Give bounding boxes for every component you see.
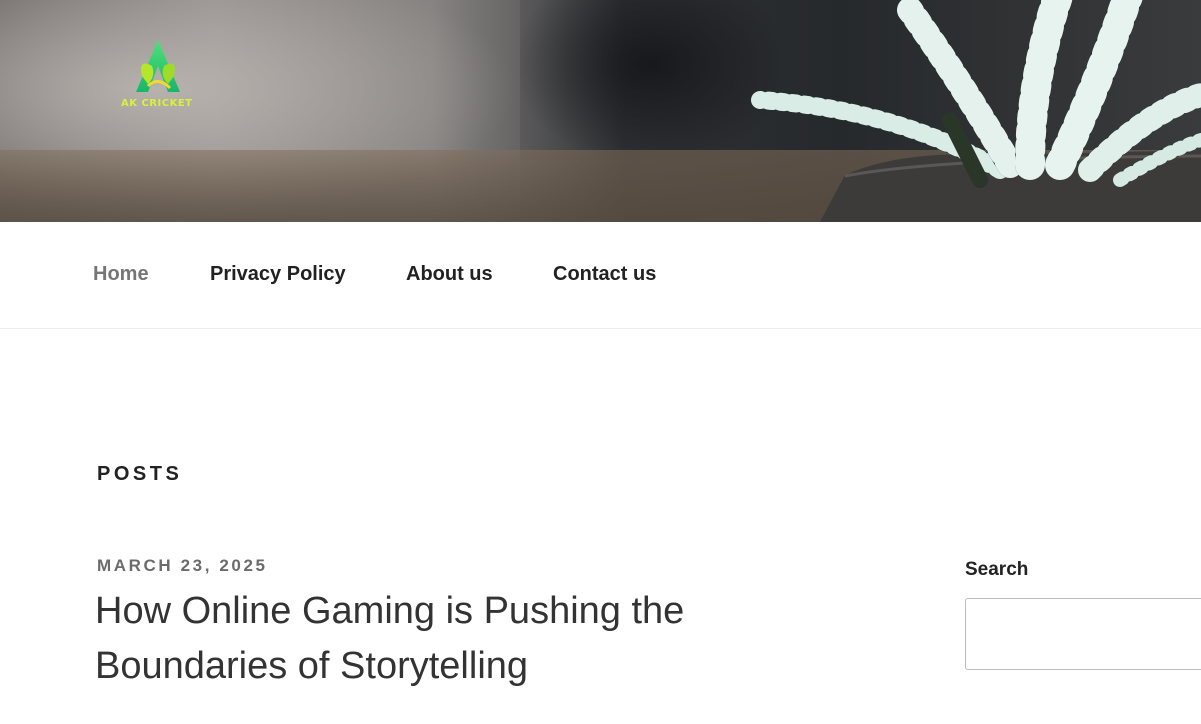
header-banner: AK CRICKET: [0, 0, 1201, 222]
post-title[interactable]: How Online Gaming is Pushing the Boundar…: [95, 584, 795, 694]
page-title: POSTS: [97, 463, 183, 485]
post-date[interactable]: MARCH 23, 2025: [97, 556, 268, 576]
site-logo-text[interactable]: AK CRICKET: [121, 98, 192, 109]
nav-item-about-us[interactable]: About us: [406, 263, 493, 286]
nav-item-contact-us[interactable]: Contact us: [553, 263, 656, 286]
nav-item-privacy-policy[interactable]: Privacy Policy: [210, 263, 346, 286]
search-widget-title: Search: [965, 559, 1029, 580]
search-input[interactable]: [965, 598, 1201, 670]
main-navigation: Home Privacy Policy About us Contact us: [0, 222, 1201, 329]
nav-item-home[interactable]: Home: [93, 263, 149, 286]
